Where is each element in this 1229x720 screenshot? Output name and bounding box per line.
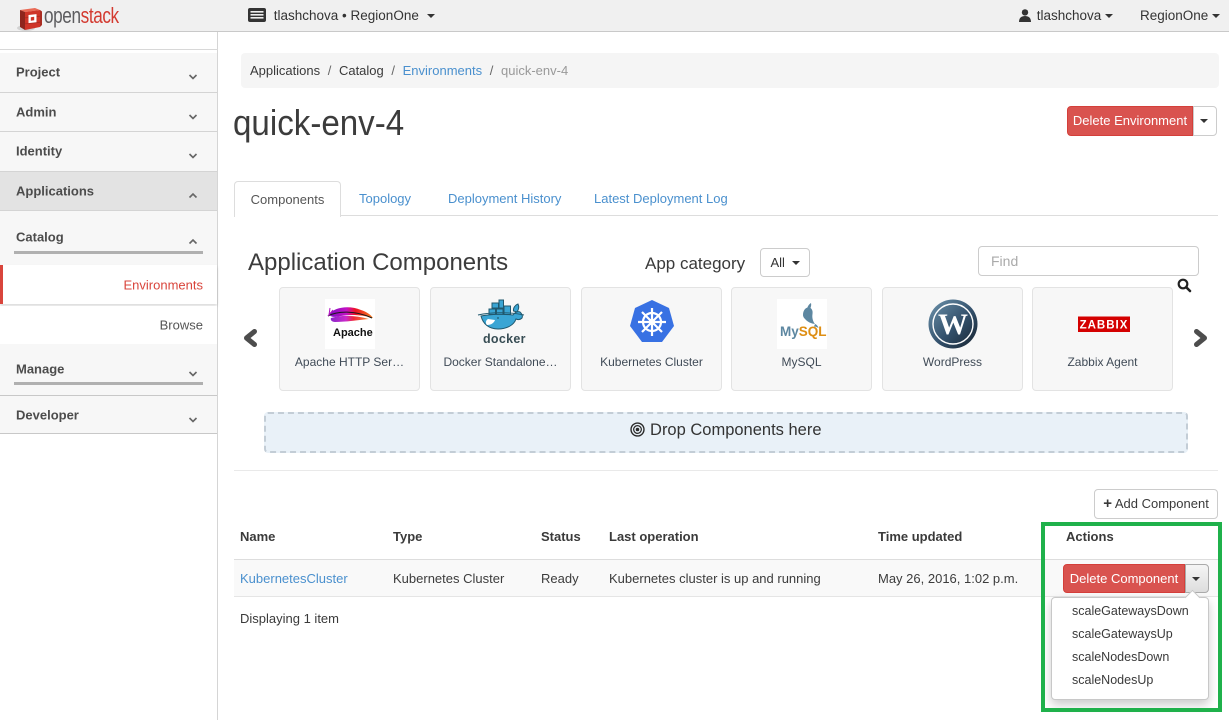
svg-text:docker: docker: [483, 332, 526, 346]
svg-text:ZABBIX: ZABBIX: [1079, 320, 1128, 332]
svg-text:W: W: [938, 308, 968, 341]
svg-text:Apache: Apache: [333, 327, 373, 339]
svg-text:MySQL.: MySQL.: [780, 324, 827, 339]
